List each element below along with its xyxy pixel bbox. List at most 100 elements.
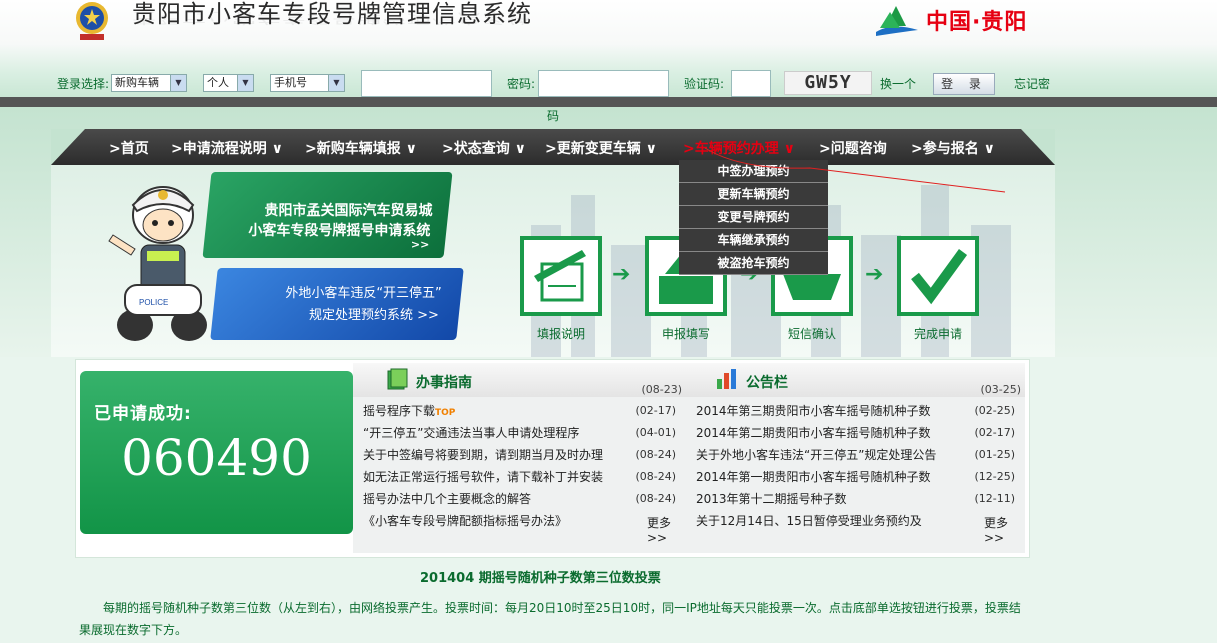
guide-title: 办事指南: [416, 375, 472, 391]
step-label: 申报填写: [661, 327, 710, 341]
vehicle-type-value: 新购车辆: [115, 76, 159, 89]
brand-text: 中国·贵阳: [926, 10, 1028, 35]
chevron-down-icon: ▼: [170, 75, 186, 91]
list-item[interactable]: “开三停五”交通违法当事人申请处理程序 (04-01): [353, 422, 686, 444]
hand-drawn-annotation: [704, 147, 1006, 193]
divider-band: [0, 97, 1217, 107]
list-item-date: (08-24): [635, 492, 676, 505]
captcha-image: GW5Y: [784, 71, 872, 95]
step-label: 短信确认: [787, 327, 836, 341]
notice-header-date: (03-25): [980, 383, 1021, 396]
forgot-password-link[interactable]: 忘记密: [1014, 75, 1050, 92]
guide-panel: 办事指南 (08-23) 摇号程序下载TOP (02-17) “开三停五”交通违…: [353, 363, 686, 553]
forgot-password-link-wrap[interactable]: 码: [547, 107, 559, 124]
notice-more-link[interactable]: 更多>>: [984, 514, 1025, 545]
nav-new-vehicle[interactable]: >新购车辆填报 ∨: [305, 138, 417, 158]
bar-chart-icon: [717, 369, 736, 389]
police-emblem-icon: [76, 2, 108, 40]
checkmark-icon: [911, 249, 968, 305]
list-item-title: 关于12月14日、15日暂停受理业务预约及: [696, 514, 922, 528]
promo-banner-violation[interactable]: 外地小客车违反“开三停五” 规定处理预约系统 >>: [210, 268, 464, 340]
guiyang-logo-icon: [876, 6, 918, 36]
list-item-title: 摇号程序下载: [363, 404, 436, 418]
list-item[interactable]: 2014年第三期贵阳市小客车摇号随机种子数 (02-25): [686, 400, 1025, 422]
nav-home[interactable]: >首页: [109, 138, 149, 158]
success-counter: 已申请成功: 060490: [80, 371, 353, 534]
notice-title: 公告栏: [746, 375, 788, 391]
list-item-date: (02-17): [974, 426, 1015, 439]
promo1-more: >>: [410, 238, 429, 251]
list-item-date: (08-24): [635, 448, 676, 461]
brand-logo: 中国·贵阳: [872, 0, 1027, 40]
vehicle-type-select[interactable]: 新购车辆 ▼: [111, 74, 187, 92]
list-item-date: (04-01): [635, 426, 676, 439]
person-type-select[interactable]: 个人 ▼: [203, 74, 254, 92]
list-item-title: “开三停五”交通违法当事人申请处理程序: [363, 426, 580, 440]
step-fill-guide[interactable]: [520, 236, 602, 316]
list-item[interactable]: 2014年第一期贵阳市小客车摇号随机种子数 (12-25): [686, 466, 1025, 488]
promo1-line1: 贵阳市孟关国际汽车贸易城: [264, 203, 433, 219]
login-select-label: 登录选择:: [57, 77, 110, 91]
list-item[interactable]: 关于12月14日、15日暂停受理业务预约及: [686, 510, 1025, 532]
promo-banner-lottery[interactable]: 贵阳市孟关国际汽车贸易城 小客车专段号牌摇号申请系统 >>: [202, 172, 453, 258]
nav-status[interactable]: >状态查询 ∨: [442, 138, 526, 158]
list-item-date: (12-11): [974, 492, 1015, 505]
captcha-input[interactable]: [731, 70, 771, 97]
promo2-line2: 规定处理预约系统 >>: [309, 308, 440, 323]
panel-header: 办事指南 (08-23): [353, 363, 686, 397]
promo1-line2: 小客车专段号牌摇号申请系统: [248, 223, 431, 239]
list-item-date: (02-25): [974, 404, 1015, 417]
nav-process[interactable]: >申请流程说明 ∨: [171, 138, 283, 158]
list-item-title: 关于中签编号将要到期，请到期当月及时办理: [363, 448, 604, 462]
list-item[interactable]: 关于中签编号将要到期，请到期当月及时办理 (08-24): [353, 444, 686, 466]
list-item[interactable]: 摇号程序下载TOP (02-17): [353, 400, 686, 422]
list-item-date: (02-17): [635, 404, 676, 417]
guide-more-link[interactable]: 更多>>: [647, 514, 686, 545]
vote-description: 每期的摇号随机种子数第三位数（从左到右），由网络投票产生。投票时间：每月20日1…: [79, 601, 1021, 637]
nav-update-vehicle[interactable]: >更新变更车辆 ∨: [545, 138, 657, 158]
list-item[interactable]: 如无法正常运行摇号软件，请下载补丁并安装 (08-24): [353, 466, 686, 488]
list-item-title: 2013年第十二期摇号种子数: [696, 492, 847, 506]
top-badge: TOP: [435, 408, 456, 418]
police-mascot-icon: POLICE: [108, 186, 207, 341]
person-type-value: 个人: [207, 76, 229, 89]
dropdown-item[interactable]: 被盗抢车预约: [679, 252, 828, 275]
step-complete[interactable]: [897, 236, 979, 316]
book-icon: [387, 368, 408, 390]
list-item-date: (08-24): [635, 470, 676, 483]
site-title-reflection: 贵阳市小客车专段号牌管理信息系统: [132, 9, 532, 26]
list-item-title: 关于外地小客车违法“开三停五”规定处理公告: [696, 448, 937, 462]
list-item[interactable]: 《小客车专段号牌配额指标摇号办法》: [353, 510, 686, 532]
step-label: 填报说明: [536, 327, 585, 341]
step-label: 完成申请: [913, 327, 962, 341]
chevron-down-icon: ▼: [328, 75, 344, 91]
list-item-title: 如无法正常运行摇号软件，请下载补丁并安装: [363, 470, 604, 484]
list-item[interactable]: 关于外地小客车违法“开三停五”规定处理公告 (01-25): [686, 444, 1025, 466]
login-bar: 登录选择: 新购车辆 ▼ 个人 ▼ 手机号 ▼ 密码: 验证码: GW5Y 换一…: [0, 70, 1217, 100]
refresh-captcha-link[interactable]: 换一个: [880, 75, 916, 92]
password-input[interactable]: [538, 70, 669, 97]
svg-text:POLICE: POLICE: [139, 298, 168, 307]
promo2-line1: 外地小客车违反“开三停五”: [284, 286, 442, 301]
list-item-date: (01-25): [974, 448, 1015, 461]
login-button[interactable]: 登 录: [933, 73, 995, 95]
list-item-title: 摇号办法中几个主要概念的解答: [363, 492, 532, 506]
notice-panel: 公告栏 (03-25) 2014年第三期贵阳市小客车摇号随机种子数 (02-25…: [686, 363, 1025, 553]
account-input[interactable]: [361, 70, 492, 97]
arrow-right-icon: ➔: [865, 262, 884, 287]
list-item[interactable]: 2014年第二期贵阳市小客车摇号随机种子数 (02-17): [686, 422, 1025, 444]
success-title: 已申请成功:: [94, 404, 192, 424]
document-pen-icon: [534, 250, 586, 302]
id-type-select[interactable]: 手机号 ▼: [270, 74, 345, 92]
list-item-title: 《小客车专段号牌配额指标摇号办法》: [363, 514, 568, 528]
guide-header-date: (08-23): [641, 383, 682, 396]
list-item-title: 2014年第三期贵阳市小客车摇号随机种子数: [696, 404, 931, 418]
list-item-date: (12-25): [974, 470, 1015, 483]
panel-header: 公告栏 (03-25): [686, 363, 1025, 397]
captcha-label: 验证码:: [684, 77, 725, 91]
success-count: 060490: [121, 429, 312, 487]
list-item[interactable]: 2013年第十二期摇号种子数 (12-11): [686, 488, 1025, 510]
dropdown-item[interactable]: 车辆继承预约: [679, 229, 828, 252]
list-item[interactable]: 摇号办法中几个主要概念的解答 (08-24): [353, 488, 686, 510]
list-item-title: 2014年第一期贵阳市小客车摇号随机种子数: [696, 470, 931, 484]
